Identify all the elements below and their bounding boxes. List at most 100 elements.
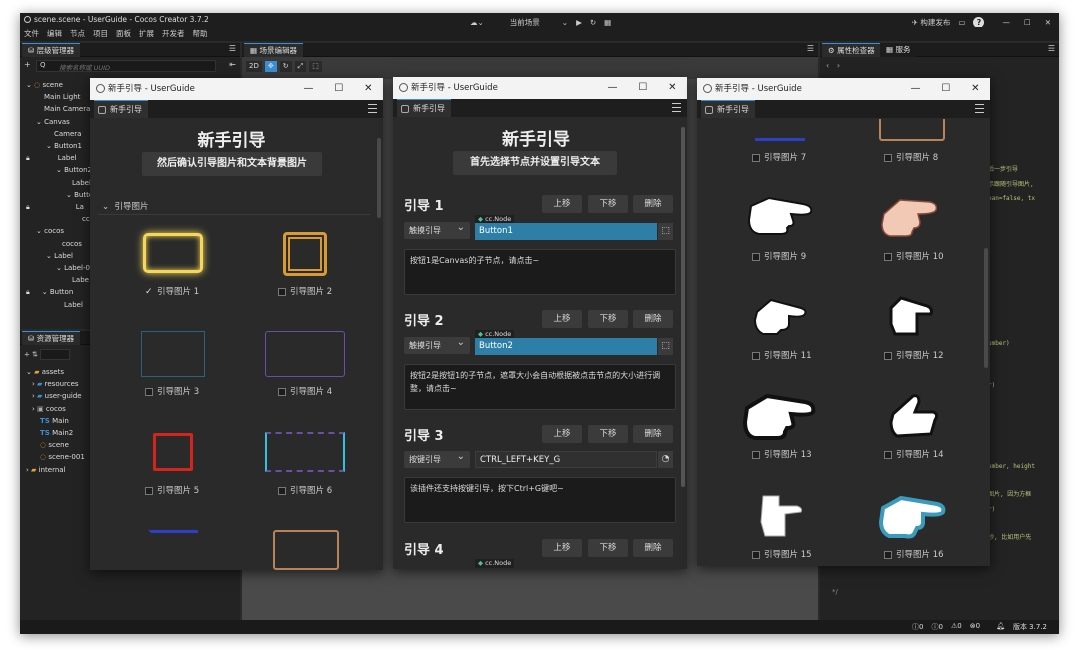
move-up-button[interactable]: 上移: [542, 310, 582, 328]
menu-node[interactable]: 节点: [70, 29, 85, 38]
warn-count[interactable]: ⚠0: [951, 622, 962, 632]
asset-item[interactable]: ◌ scene-001: [20, 451, 85, 463]
menu-help[interactable]: 帮助: [193, 29, 208, 38]
asset-item[interactable]: › ▣ cocos: [20, 403, 85, 415]
hierarchy-search[interactable]: Q 搜索名称或 UUID: [36, 60, 216, 72]
qrcode-icon[interactable]: ▦: [604, 18, 611, 27]
tab-scene-editor[interactable]: ▦ 场景编辑器: [244, 43, 303, 57]
maximize-button[interactable]: ☐: [638, 77, 647, 99]
collapse-icon[interactable]: ⇤: [229, 60, 236, 69]
delete-button[interactable]: 删除: [633, 310, 673, 328]
checkbox-item-5[interactable]: 引导图片 5: [145, 484, 199, 496]
minimize-button[interactable]: —: [303, 78, 313, 100]
checkbox-item-7[interactable]: 引导图片 7: [752, 151, 806, 163]
checkbox-item-2[interactable]: 引导图片 2: [278, 285, 332, 297]
close-button[interactable]: ✕: [1045, 18, 1051, 27]
move-up-button[interactable]: 上移: [542, 195, 582, 213]
guide-text-area[interactable]: 按钮1是Canvas的子节点，请点击~: [404, 249, 676, 295]
window-title-bar[interactable]: 新手引导 - UserGuide — ☐ ✕: [697, 78, 990, 100]
move-down-button[interactable]: 下移: [588, 310, 628, 328]
move-down-button[interactable]: 下移: [588, 425, 628, 443]
tab-inspector[interactable]: ⚙ 属性检查器: [822, 43, 881, 57]
rect-tool-icon[interactable]: ⬚: [309, 61, 322, 72]
checkbox-item-15[interactable]: 引导图片 15: [752, 548, 812, 560]
scrollbar[interactable]: [984, 248, 988, 368]
minimize-button[interactable]: —: [1002, 18, 1010, 27]
maximize-button[interactable]: ☐: [1024, 18, 1031, 27]
scrollbar[interactable]: [377, 138, 381, 218]
folder-icon[interactable]: ▭: [958, 18, 965, 27]
menu-edit[interactable]: 编辑: [47, 29, 62, 38]
minimize-button[interactable]: —: [910, 78, 920, 100]
panel-menu-icon[interactable]: [672, 103, 681, 112]
pointing-hand-image-11[interactable]: [753, 294, 809, 338]
close-button[interactable]: ✕: [364, 78, 372, 100]
guide-text-area[interactable]: 该插件还支持按键引导，按下Ctrl+G键吧~: [404, 477, 676, 523]
pointing-hand-image-10[interactable]: [880, 194, 940, 240]
guide-image-4[interactable]: [265, 331, 345, 377]
delete-button[interactable]: 删除: [633, 539, 673, 557]
checkbox-item-16[interactable]: 引导图片 16: [884, 548, 944, 560]
panel-menu-icon[interactable]: [975, 104, 984, 113]
key-combo-field[interactable]: CTRL_LEFT+KEY_G: [475, 451, 657, 468]
mode-2d-button[interactable]: 2D: [246, 61, 262, 72]
error-count[interactable]: ⊗0: [970, 622, 980, 632]
panel-menu-icon[interactable]: ☰: [229, 44, 236, 53]
tab-guide[interactable]: 新手引导: [94, 100, 148, 118]
guide-image-7-partial[interactable]: [148, 530, 198, 560]
trigger-select[interactable]: 按键引导: [404, 448, 470, 468]
pointing-hand-image-13[interactable]: [741, 392, 817, 442]
panel-menu-icon[interactable]: [368, 104, 377, 113]
checkbox-item-13[interactable]: 引导图片 13: [752, 448, 812, 460]
checkbox-item-3[interactable]: 引导图片 3: [145, 385, 199, 397]
guide-image-3[interactable]: [141, 331, 205, 377]
refresh-icon[interactable]: ↻: [590, 18, 596, 27]
node-picker-icon[interactable]: ⬚: [658, 223, 673, 240]
tab-guide[interactable]: 新手引导: [701, 100, 755, 118]
pointing-hand-image-12[interactable]: [887, 294, 937, 338]
scrollbar[interactable]: [681, 127, 685, 487]
pointing-hand-image-15[interactable]: [757, 492, 807, 540]
add-node-icon[interactable]: +: [24, 60, 31, 69]
menu-extension[interactable]: 扩展: [139, 29, 154, 38]
asset-item[interactable]: › ▰ resources: [20, 378, 85, 390]
tab-hierarchy[interactable]: ⛁ 层级管理器: [22, 43, 81, 57]
checkbox-item-8[interactable]: 引导图片 8: [884, 151, 938, 163]
move-up-button[interactable]: 上移: [542, 425, 582, 443]
asset-item[interactable]: ◌ scene: [20, 439, 85, 451]
close-button[interactable]: ✕: [971, 78, 979, 100]
asset-item[interactable]: TS Main2: [20, 427, 85, 439]
tab-guide[interactable]: 新手引导: [397, 99, 451, 117]
pointing-hand-image-14[interactable]: [887, 392, 941, 440]
menu-panel[interactable]: 面板: [116, 29, 131, 38]
checkbox-item-1[interactable]: ✓ 引导图片 1: [145, 285, 199, 297]
asset-item[interactable]: › ▰ internal: [20, 464, 85, 476]
assets-search[interactable]: [40, 349, 71, 360]
asset-item[interactable]: TS Main: [20, 415, 85, 427]
move-tool-icon[interactable]: ✥: [264, 61, 277, 72]
guide-image-1[interactable]: [143, 233, 203, 273]
play-icon[interactable]: ▶: [576, 18, 582, 27]
checkbox-item-10[interactable]: 引导图片 10: [884, 250, 944, 262]
checkbox-item-9[interactable]: 引导图片 9: [752, 250, 806, 262]
notification-icon[interactable]: 🔔︎: [996, 622, 1005, 632]
maximize-button[interactable]: ☐: [334, 78, 343, 100]
target-node-field[interactable]: Button2: [475, 338, 657, 355]
delete-button[interactable]: 删除: [633, 425, 673, 443]
target-node-field[interactable]: Button1: [475, 223, 657, 240]
trigger-select[interactable]: 触摸引导: [404, 219, 470, 239]
menu-developer[interactable]: 开发者: [162, 29, 185, 38]
move-up-button[interactable]: 上移: [542, 539, 582, 557]
menu-file[interactable]: 文件: [24, 29, 39, 38]
asset-item[interactable]: ⌄ ▰ assets: [20, 366, 85, 378]
rotate-tool-icon[interactable]: ↻: [279, 61, 292, 72]
log-count[interactable]: ⓘ0: [932, 622, 943, 632]
record-key-icon[interactable]: ◔: [658, 451, 673, 468]
scale-tool-icon[interactable]: ⤢: [294, 61, 307, 72]
guide-image-2[interactable]: [283, 232, 327, 276]
panel-menu-icon[interactable]: ☰: [807, 44, 814, 53]
cloud-icon[interactable]: ☁⌄: [470, 18, 484, 27]
pointing-hand-image-9[interactable]: [747, 194, 817, 238]
menu-project[interactable]: 项目: [93, 29, 108, 38]
delete-button[interactable]: 删除: [633, 195, 673, 213]
